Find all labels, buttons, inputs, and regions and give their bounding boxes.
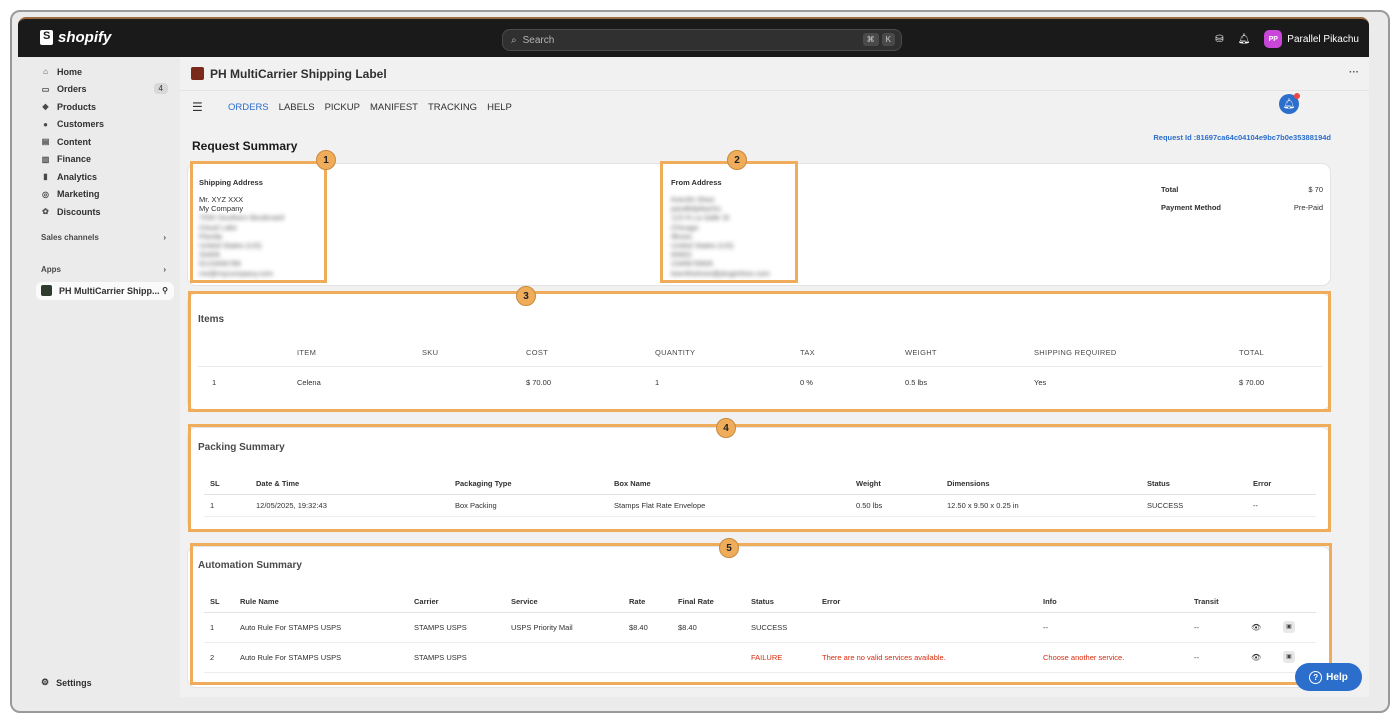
app-notification-button[interactable]: 🔔︎ (1279, 93, 1300, 114)
sidebar-item-label: Products (57, 101, 97, 112)
callout-number: 3 (516, 286, 536, 306)
tab-labels[interactable]: LABELS (279, 102, 315, 113)
tab-orders[interactable]: ORDERS (228, 102, 269, 113)
brand-name: shopify (58, 29, 112, 46)
sidebar: ⌂ Home ▭ Orders 4 ◆ Products ● Customers ▤ Con… (30, 57, 180, 697)
sidebar-item-label: Home (57, 66, 83, 77)
sidebar-item-label: Analytics (57, 171, 98, 182)
callout-number: 4 (716, 418, 736, 438)
target-icon: ◎ (42, 189, 49, 199)
sidebar-item-products[interactable]: ◆ Products (30, 98, 180, 116)
sidebar-item-label: Finance (57, 154, 92, 165)
app-icon (191, 67, 204, 80)
total-row: Total $ 70 (1161, 185, 1323, 194)
order-summary: Total $ 70 Payment Method Pre-Paid (1161, 185, 1323, 221)
pin-icon[interactable]: ⚲ (162, 286, 168, 295)
payment-method-value: Pre-Paid (1293, 203, 1323, 212)
total-label: Total (1161, 185, 1179, 194)
sidebar-item-orders[interactable]: ▭ Orders 4 (30, 81, 180, 99)
help-label: Help (1326, 671, 1348, 683)
sidebar-item-label: Content (57, 136, 91, 147)
sidebar-item-home[interactable]: ⌂ Home (30, 63, 180, 81)
shopify-logo[interactable]: shopify (40, 29, 111, 46)
app-title: PH MultiCarrier Shipping Label (210, 66, 387, 81)
menu-icon[interactable]: ☰ (192, 100, 204, 114)
highlight-box-shipping-address (190, 161, 327, 283)
sidebar-item-app[interactable]: PH MultiCarrier Shipp... ⚲ (36, 281, 174, 300)
payment-row: Payment Method Pre-Paid (1161, 203, 1323, 212)
notification-dot (1294, 93, 1300, 99)
avatar: PP (1264, 30, 1283, 48)
search-input[interactable]: ⌕ Search ⌘ K (502, 29, 902, 51)
tab-manifest[interactable]: MANIFEST (370, 102, 418, 113)
account-menu[interactable]: PP Parallel Pikachu (1264, 30, 1359, 48)
tab-tracking[interactable]: TRACKING (428, 102, 477, 113)
sidebar-item-content[interactable]: ▤ Content (30, 133, 180, 151)
bank-icon: ▥ (41, 154, 50, 164)
callout-number: 2 (727, 150, 747, 170)
content-icon: ▤ (41, 137, 50, 147)
app-item-label: PH MultiCarrier Shipp... (59, 285, 160, 296)
tab-help[interactable]: HELP (487, 102, 512, 113)
orders-icon: ▭ (41, 84, 50, 94)
chevron-right-icon: › (163, 232, 166, 242)
apps-label: Apps (41, 264, 61, 274)
top-right-controls: ⛁ 🔔︎ PP Parallel Pikachu (1215, 30, 1359, 48)
search-placeholder: Search (522, 34, 555, 46)
shortcut-key-k: K (881, 33, 895, 46)
sidebar-item-marketing[interactable]: ◎ Marketing (30, 186, 180, 204)
sidebar-item-label: Customers (57, 119, 105, 130)
callout-number: 5 (719, 538, 739, 558)
store-icon[interactable]: ⛁ (1215, 34, 1223, 45)
sidebar-item-label: Orders (57, 84, 87, 95)
sidebar-item-discounts[interactable]: ✿ Discounts (30, 203, 180, 221)
account-name: Parallel Pikachu (1287, 33, 1359, 45)
app-icon (41, 285, 52, 296)
payment-method-label: Payment Method (1161, 203, 1222, 212)
more-options-icon[interactable]: ··· (1349, 67, 1359, 78)
gear-icon: ⚙ (41, 677, 50, 687)
bell-icon: 🔔︎ (1282, 98, 1296, 110)
sales-channels-section[interactable]: Sales channels › (30, 229, 180, 246)
highlight-box-from-address (660, 161, 798, 283)
person-icon: ● (43, 119, 48, 129)
bar-chart-icon: ▮ (43, 172, 48, 182)
app-header: PH MultiCarrier Shipping Label ··· (180, 57, 1369, 91)
sidebar-item-settings[interactable]: ⚙ Settings (41, 677, 92, 688)
top-bar: shopify ⌕ Search ⌘ K ⛁ 🔔︎ PP Parallel Pi… (18, 17, 1369, 57)
orders-count-badge: 4 (153, 82, 168, 94)
sidebar-item-finance[interactable]: ▥ Finance (30, 151, 180, 169)
chevron-right-icon: › (163, 264, 166, 274)
apps-section[interactable]: Apps › (30, 261, 180, 278)
sales-channels-label: Sales channels (41, 232, 99, 242)
help-button[interactable]: ? Help (1295, 663, 1362, 691)
search-icon: ⌕ (511, 34, 517, 46)
shortcut-hint: ⌘ K (862, 33, 895, 46)
home-icon: ⌂ (43, 67, 48, 77)
sidebar-item-label: Marketing (57, 189, 100, 200)
sidebar-item-label: Discounts (57, 206, 101, 217)
settings-label: Settings (56, 677, 92, 688)
shopify-bag-icon (40, 30, 53, 45)
page-title: Request Summary (192, 139, 298, 153)
tag-icon: ◆ (42, 102, 49, 112)
highlight-box-packing (188, 424, 1331, 532)
total-value: $ 70 (1308, 185, 1323, 194)
tab-pickup[interactable]: PICKUP (325, 102, 360, 113)
callout-number: 1 (316, 150, 336, 170)
highlight-box-automation (190, 543, 1332, 685)
notification-bell-icon[interactable]: 🔔︎ (1238, 34, 1251, 45)
highlight-box-items (188, 291, 1331, 412)
sidebar-item-analytics[interactable]: ▮ Analytics (30, 168, 180, 186)
question-icon: ? (1309, 670, 1323, 684)
app-nav-tabs: ☰ ORDERS LABELS PICKUP MANIFEST TRACKING… (192, 100, 512, 114)
request-id: Request Id :81697ca64c04104e9bc7b0e35388… (1153, 133, 1331, 142)
sidebar-item-customers[interactable]: ● Customers (30, 116, 180, 134)
shortcut-key-cmd: ⌘ (862, 33, 879, 46)
discount-icon: ✿ (42, 207, 49, 217)
